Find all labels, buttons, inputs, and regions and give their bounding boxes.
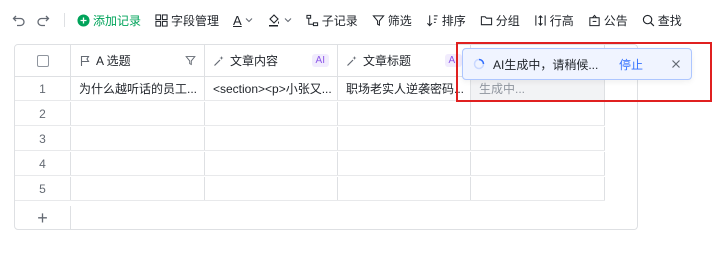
sub-record-label: 子记录 — [321, 13, 358, 28]
select-all-checkbox[interactable] — [36, 54, 49, 67]
sort-button[interactable]: 排序 — [426, 8, 466, 32]
content-cell[interactable] — [205, 152, 338, 175]
column-header-label: 文章标题 — [363, 54, 412, 68]
toolbar: 添加记录 字段管理 A 子记录 筛选 排序 分组 行高 公告 查找 — [0, 0, 720, 40]
row-number: 2 — [15, 102, 71, 125]
sub-record-button[interactable]: 子记录 — [306, 8, 358, 32]
text-style-button[interactable]: A — [233, 8, 253, 32]
topic-cell[interactable] — [71, 177, 205, 200]
title-cell[interactable] — [338, 177, 471, 200]
table-row[interactable]: 5 — [15, 177, 605, 201]
column-header-label: A 选题 — [96, 54, 131, 68]
undo-button[interactable] — [12, 8, 26, 32]
sort-label: 排序 — [441, 13, 466, 28]
ai-wand-icon — [214, 55, 224, 66]
content-cell[interactable] — [205, 177, 338, 200]
row-height-label: 行高 — [549, 13, 574, 28]
grid-icon — [155, 13, 168, 27]
paint-bucket-icon — [268, 14, 279, 27]
select-all-cell[interactable] — [15, 45, 71, 76]
search-label: 查找 — [657, 13, 682, 28]
row-number: 3 — [15, 127, 71, 150]
field-manage-label: 字段管理 — [171, 13, 220, 28]
column-header-topic[interactable]: A 选题 — [71, 45, 205, 76]
fill-color-button[interactable] — [267, 8, 292, 32]
toolbar-divider — [64, 13, 65, 27]
filter-icon[interactable] — [185, 55, 196, 66]
column-header-title[interactable]: 文章标题 AI — [338, 45, 471, 76]
row-height-button[interactable]: 行高 — [534, 8, 574, 32]
search-button[interactable]: 查找 — [642, 8, 682, 32]
content-cell[interactable] — [205, 127, 338, 150]
add-record-label: 添加记录 — [93, 13, 142, 28]
topic-cell[interactable] — [71, 102, 205, 125]
table-row[interactable]: 3 — [15, 127, 605, 151]
column-header-label: 文章内容 — [230, 54, 279, 68]
sort-icon — [426, 14, 438, 26]
filter-button[interactable]: 筛选 — [372, 8, 412, 32]
field-manage-button[interactable]: 字段管理 — [155, 8, 219, 32]
group-label: 分组 — [495, 13, 520, 28]
table-row[interactable]: 2 — [15, 102, 605, 126]
text-style-glyph: A — [233, 12, 242, 28]
redo-button[interactable] — [36, 8, 50, 32]
title-cell[interactable] — [338, 127, 471, 150]
generating-cell[interactable] — [471, 152, 605, 175]
add-record-button[interactable]: 添加记录 — [77, 8, 141, 32]
topic-cell[interactable]: 为什么越听话的员工... — [71, 77, 205, 100]
generating-cell[interactable] — [471, 102, 605, 125]
content-cell[interactable] — [205, 102, 338, 125]
folder-icon — [480, 15, 492, 25]
topic-cell[interactable] — [71, 127, 205, 150]
add-circle-icon — [77, 13, 90, 27]
ai-wand-icon — [347, 55, 357, 66]
flag-icon — [80, 55, 90, 66]
generating-cell[interactable] — [471, 127, 605, 150]
generating-cell[interactable] — [471, 177, 605, 200]
row-height-icon — [535, 14, 546, 26]
chevron-down-icon — [245, 18, 253, 23]
row-number: 4 — [15, 152, 71, 175]
row-number: 5 — [15, 177, 71, 200]
notice-icon — [589, 14, 600, 26]
search-icon — [642, 14, 655, 26]
title-cell[interactable] — [338, 152, 471, 175]
highlight-box — [456, 42, 712, 102]
ai-tag: AI — [311, 54, 329, 67]
row-number: 1 — [15, 77, 71, 100]
topic-cell[interactable] — [71, 152, 205, 175]
redo-icon — [37, 15, 50, 27]
title-cell[interactable]: 职场老实人逆袭密码... — [338, 77, 471, 100]
notice-button[interactable]: 公告 — [588, 8, 628, 32]
add-row-button[interactable]: + — [15, 206, 71, 229]
filter-label: 筛选 — [387, 13, 412, 28]
undo-icon — [12, 15, 25, 27]
table-row[interactable]: 4 — [15, 152, 605, 176]
title-cell[interactable] — [338, 102, 471, 125]
column-header-content[interactable]: 文章内容 AI — [205, 45, 338, 76]
content-cell[interactable]: <section><p>小张又... — [205, 77, 338, 100]
notice-label: 公告 — [603, 13, 628, 28]
filter-icon — [372, 14, 385, 26]
chevron-down-icon — [284, 18, 292, 23]
group-button[interactable]: 分组 — [480, 8, 520, 32]
hierarchy-icon — [306, 14, 318, 26]
